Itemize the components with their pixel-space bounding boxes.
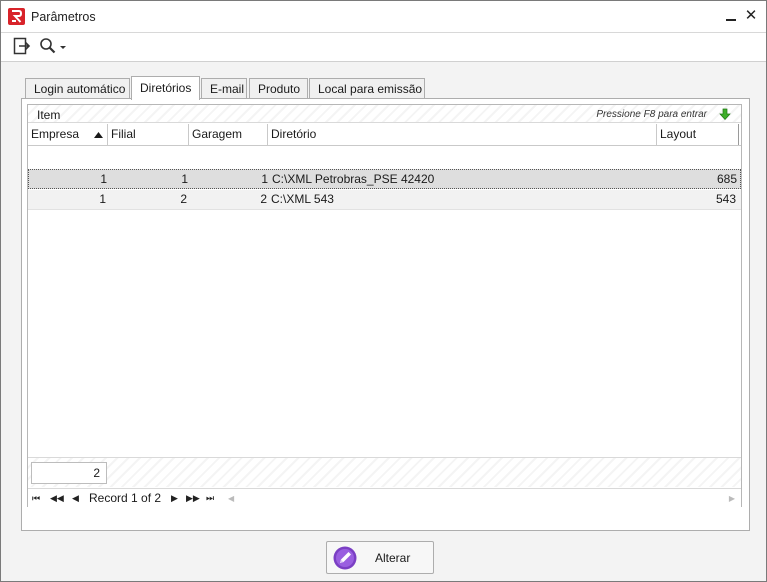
close-button[interactable]: ✕	[742, 6, 760, 26]
exit-button[interactable]	[13, 37, 33, 57]
alterar-label: Alterar	[375, 551, 411, 565]
column-header-garagem[interactable]: Garagem	[189, 124, 268, 145]
column-header-layout[interactable]: Layout	[657, 124, 739, 145]
scroll-right-icon[interactable]: ▶	[729, 494, 735, 503]
cell-empresa: 1	[99, 192, 106, 206]
green-down-arrow-icon[interactable]	[719, 108, 731, 120]
cell-empresa: 1	[100, 172, 107, 186]
column-header-filial[interactable]: Filial	[108, 124, 189, 145]
record-count-summary: 2	[31, 462, 107, 484]
minimize-icon	[726, 19, 736, 21]
search-button[interactable]	[39, 37, 69, 57]
filter-row[interactable]	[28, 147, 741, 169]
record-position: Record 1 of 2	[89, 491, 162, 505]
cell-garagem: 2	[260, 192, 267, 206]
directories-grid: Item Pressione F8 para entrar Empresa Fi…	[27, 104, 742, 507]
column-header-label: Empresa	[31, 127, 80, 141]
minimize-button[interactable]	[722, 6, 740, 26]
band-label: Item	[37, 108, 61, 122]
table-row[interactable]: 1 2 2 C:\XML 543 543	[28, 190, 741, 210]
cell-garagem: 1	[261, 172, 268, 186]
diretorios-panel: Item Pressione F8 para entrar Empresa Fi…	[21, 98, 750, 531]
band-header: Item Pressione F8 para entrar	[28, 105, 741, 123]
column-header-row: Empresa Filial Garagem Diretório Layout	[28, 124, 741, 146]
tab-produto[interactable]: Produto	[249, 78, 308, 99]
prev-page-button[interactable]: ◀◀	[50, 493, 64, 504]
tab-diretorios[interactable]: Diretórios	[131, 76, 200, 100]
exit-icon	[13, 37, 31, 55]
first-record-button[interactable]: ⏮	[32, 493, 40, 504]
tab-local-para-emissao[interactable]: Local para emissão	[309, 78, 425, 99]
app-logo-icon	[8, 8, 25, 25]
alterar-button[interactable]: Alterar	[326, 541, 434, 574]
cell-diretorio: C:\XML Petrobras_PSE 42420	[272, 172, 435, 186]
cell-filial: 2	[180, 192, 187, 206]
next-record-button[interactable]: ▶	[171, 493, 178, 504]
cell-layout: 543	[715, 192, 736, 206]
sort-ascending-icon	[94, 132, 103, 138]
window-title: Parâmetros	[31, 10, 96, 24]
summary-footer: 2	[28, 457, 741, 487]
title-bar: Parâmetros ✕	[1, 1, 766, 33]
next-page-button[interactable]: ▶▶	[186, 493, 200, 504]
table-row[interactable]: 1 1 1 C:\XML Petrobras_PSE 42420 685	[28, 169, 741, 189]
prev-record-button[interactable]: ◀	[72, 493, 79, 504]
cell-diretorio: C:\XML 543	[271, 192, 334, 206]
f8-hint: Pressione F8 para entrar	[596, 109, 707, 120]
column-header-empresa[interactable]: Empresa	[28, 124, 108, 145]
search-icon	[40, 38, 66, 54]
record-navigator: ⏮ ◀◀ ◀ Record 1 of 2 ▶ ▶▶ ⏭ ◀ ▶	[28, 488, 741, 507]
cell-filial: 1	[181, 172, 188, 186]
last-record-button[interactable]: ⏭	[206, 493, 214, 504]
toolbar	[1, 33, 766, 62]
cell-layout: 685	[716, 172, 737, 186]
parametros-window: Parâmetros ✕ Login automático Diretórios…	[0, 0, 767, 582]
edit-pencil-icon	[333, 546, 357, 570]
tab-login-automatico[interactable]: Login automático	[25, 78, 130, 99]
tab-e-mail[interactable]: E-mail	[201, 78, 247, 99]
column-header-diretorio[interactable]: Diretório	[268, 124, 657, 145]
scroll-left-icon[interactable]: ◀	[228, 494, 234, 503]
